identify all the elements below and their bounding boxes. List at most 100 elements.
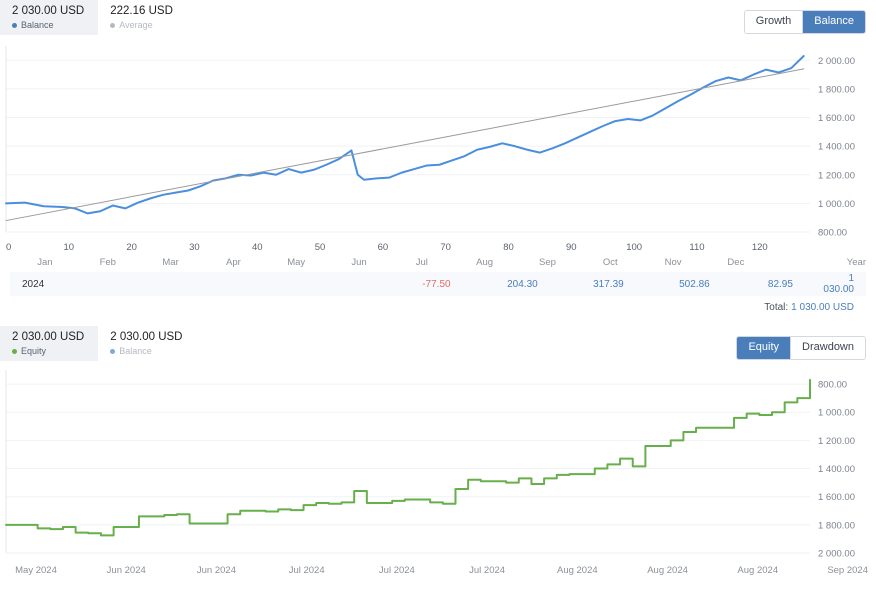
svg-text:2 000.00: 2 000.00	[818, 549, 855, 560]
x-tick-month: Nov	[665, 257, 682, 268]
table-month-cell: 82.95	[737, 279, 823, 290]
x-tick-month: Feb	[100, 257, 116, 268]
svg-text:800.00: 800.00	[818, 380, 847, 391]
tab-equity[interactable]: Equity	[737, 337, 790, 359]
monthly-results-table: 2024 -77.50204.30317.39502.8682.95 1 030…	[0, 272, 876, 318]
growth-panel: 2 030.00 USD Balance 222.16 USD Average …	[0, 0, 876, 272]
x-tick-number: 30	[189, 242, 200, 253]
svg-text:1 000.00: 1 000.00	[818, 408, 855, 419]
x-tick-date: Aug 2024	[557, 565, 598, 576]
x-tick-number: 120	[752, 242, 768, 253]
stat-legend-label-equity: Equity	[21, 346, 46, 357]
stat-legend-equity-balance: Balance	[110, 346, 182, 357]
panel-spacer	[0, 318, 876, 326]
legend-dot-equity	[12, 349, 17, 354]
svg-text:800.00: 800.00	[818, 228, 847, 239]
svg-text:1 600.00: 1 600.00	[818, 492, 855, 503]
x-tick-number: 20	[126, 242, 137, 253]
tab-balance[interactable]: Balance	[802, 11, 865, 33]
balance-chart-x-axis-numbers: 0 10 20 30 40 50 60 70 80 90 100 110 120	[0, 242, 876, 257]
x-tick-date: Jul 2024	[289, 565, 325, 576]
table-month-cell	[307, 279, 393, 290]
x-tick-month: Sep	[539, 257, 556, 268]
stat-legend-label-average: Average	[119, 20, 152, 31]
stat-card-balance[interactable]: 2 030.00 USD Balance	[0, 0, 98, 35]
x-tick-date: Sep 2024	[827, 565, 868, 576]
svg-text:1 200.00: 1 200.00	[818, 170, 855, 181]
table-row: 2024 -77.50204.30317.39502.8682.95 1 030…	[10, 272, 866, 296]
x-tick-number: 10	[64, 242, 75, 253]
x-tick-month: Mar	[162, 257, 178, 268]
x-tick-month: Apr	[226, 257, 241, 268]
x-tick-month: Aug	[476, 257, 493, 268]
stat-card-equity-balance[interactable]: 2 030.00 USD Balance	[98, 326, 196, 361]
equity-drawdown-toggle-group: Equity Drawdown	[736, 336, 866, 360]
equity-panel-header: 2 030.00 USD Equity 2 030.00 USD Balance…	[0, 326, 876, 360]
balance-chart-x-axis-months: JanFebMarAprMayJunJulAugSepOctNovDecYear	[0, 257, 876, 272]
x-tick-date: Jul 2024	[379, 565, 415, 576]
svg-text:1 800.00: 1 800.00	[818, 520, 855, 531]
tab-growth[interactable]: Growth	[745, 11, 802, 33]
stat-card-equity[interactable]: 2 030.00 USD Equity	[0, 326, 98, 361]
x-tick-number: 70	[440, 242, 451, 253]
stat-value-equity: 2 030.00 USD	[12, 331, 84, 344]
svg-text:1 000.00: 1 000.00	[818, 199, 855, 210]
table-month-cell: 502.86	[651, 279, 737, 290]
x-tick-number: 40	[252, 242, 263, 253]
legend-dot-equity-balance	[110, 349, 115, 354]
x-tick-date: May 2024	[15, 565, 57, 576]
stat-legend-equity: Equity	[12, 346, 84, 357]
svg-text:1 400.00: 1 400.00	[818, 142, 855, 153]
x-tick-month: May	[287, 257, 305, 268]
table-month-cell: -77.50	[393, 279, 479, 290]
svg-text:1 200.00: 1 200.00	[818, 436, 855, 447]
x-tick-number: 100	[626, 242, 642, 253]
table-total-row: Total: 1 030.00 USD	[10, 296, 866, 318]
svg-text:1 400.00: 1 400.00	[818, 464, 855, 475]
equity-chart-svg: 2 000.00 1 800.00 1 600.00 1 400.00 1 200.00…	[0, 360, 876, 565]
equity-chart-x-axis-dates: May 2024Jun 2024Jun 2024Jul 2024Jul 2024…	[0, 565, 876, 580]
equity-chart-plot: 2 000.00 1 800.00 1 600.00 1 400.00 1 200.00…	[0, 360, 876, 565]
tab-drawdown[interactable]: Drawdown	[790, 337, 865, 359]
x-tick-number: 110	[689, 242, 704, 253]
x-tick-number: 80	[503, 242, 514, 253]
x-tick-number: 50	[315, 242, 326, 253]
x-tick-month: Year	[847, 257, 866, 268]
growth-panel-header: 2 030.00 USD Balance 222.16 USD Average …	[0, 0, 876, 34]
svg-text:2 000.00: 2 000.00	[818, 56, 855, 67]
stat-value-equity-balance: 2 030.00 USD	[110, 331, 182, 344]
x-tick-date: Jul 2024	[469, 565, 505, 576]
svg-text:1 600.00: 1 600.00	[818, 113, 855, 124]
balance-chart-plot: 800.00 1 000.00 1 200.00 1 400.00 1 600.00 1 …	[0, 34, 876, 242]
x-tick-date: Aug 2024	[647, 565, 688, 576]
table-month-cells: -77.50204.30317.39502.8682.95	[135, 279, 823, 290]
x-tick-month: Jun	[351, 257, 366, 268]
x-tick-number: 60	[378, 242, 389, 253]
stat-card-average[interactable]: 222.16 USD Average	[98, 0, 187, 35]
x-tick-number: 90	[566, 242, 577, 253]
equity-panel: 2 030.00 USD Equity 2 030.00 USD Balance…	[0, 326, 876, 580]
table-year-total: 1 030.00	[823, 273, 866, 295]
x-tick-month: Oct	[603, 257, 618, 268]
growth-balance-toggle-group: Growth Balance	[744, 10, 866, 34]
stat-value-balance: 2 030.00 USD	[12, 5, 84, 18]
svg-text:1 800.00: 1 800.00	[818, 84, 855, 95]
legend-dot-balance	[12, 23, 17, 28]
table-year-label: 2024	[10, 279, 135, 290]
table-month-cell: 204.30	[479, 279, 565, 290]
total-label: Total:	[764, 302, 788, 313]
stat-legend-label-balance: Balance	[21, 20, 54, 31]
stat-legend-balance: Balance	[12, 20, 84, 31]
table-month-cell: 317.39	[565, 279, 651, 290]
total-value: 1 030.00 USD	[791, 302, 854, 313]
x-tick-number: 0	[6, 242, 11, 253]
stat-value-average: 222.16 USD	[110, 5, 173, 18]
x-tick-date: Jun 2024	[107, 565, 146, 576]
table-month-cell	[135, 279, 221, 290]
x-tick-date: Aug 2024	[737, 565, 778, 576]
stat-legend-label-equity-balance: Balance	[119, 346, 152, 357]
balance-chart-svg: 800.00 1 000.00 1 200.00 1 400.00 1 600.00 1 …	[0, 34, 876, 242]
x-tick-month: Jul	[416, 257, 428, 268]
stat-legend-average: Average	[110, 20, 173, 31]
table-month-cell	[221, 279, 307, 290]
